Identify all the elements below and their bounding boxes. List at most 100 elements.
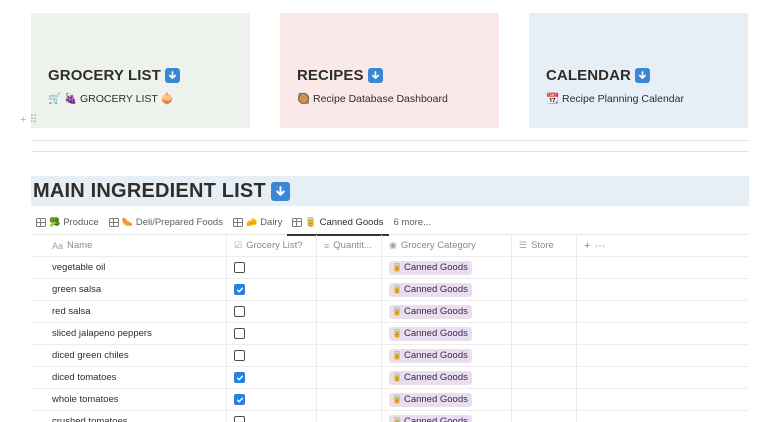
calendar-card: CALENDAR 📆 Recipe Planning Calendar <box>529 13 748 128</box>
grocery-list-page-link[interactable]: 🛒 🍇 GROCERY LIST 🧅 <box>48 92 174 105</box>
category-tag: 🥫 Canned Goods <box>389 260 472 275</box>
table-row[interactable]: red salsa 🥫 Canned Goods <box>31 301 749 323</box>
recipe-database-link[interactable]: 🥘 Recipe Database Dashboard <box>297 92 448 105</box>
grocery-list-card: GROCERY LIST 🛒 🍇 GROCERY LIST 🧅 <box>31 13 250 128</box>
section-title: MAIN INGREDIENT LIST <box>33 180 290 203</box>
category-tag: 🥫 Canned Goods <box>389 392 472 407</box>
divider <box>31 151 749 152</box>
grocery-list-checkbox[interactable] <box>234 262 245 273</box>
tab-deli-prepared-foods[interactable]: 🌭 Deli/Prepared Foods <box>104 211 228 235</box>
canned-food-icon: 🥫 <box>392 262 402 272</box>
canned-food-icon: 🥫 <box>392 372 402 382</box>
block-controls: + ⠿ <box>20 113 38 127</box>
grocery-list-cell[interactable] <box>227 257 317 278</box>
category-tag: 🥫 Canned Goods <box>389 370 472 385</box>
add-column-icon[interactable]: + <box>584 240 590 252</box>
table-view-icon <box>108 218 119 227</box>
grocery-list-cell[interactable] <box>227 279 317 300</box>
grocery-list-cell[interactable] <box>227 367 317 388</box>
table-row[interactable]: diced tomatoes 🥫 Canned Goods <box>31 367 749 389</box>
grocery-list-checkbox[interactable] <box>234 350 245 361</box>
recipes-heading: RECIPES <box>297 67 383 84</box>
row-name-cell[interactable]: crushed tomatoes <box>45 411 227 422</box>
grocery-category-cell[interactable]: 🥫 Canned Goods <box>382 411 512 422</box>
grocery-category-cell[interactable]: 🥫 Canned Goods <box>382 279 512 300</box>
canned-food-icon: 🥫 <box>392 284 402 294</box>
column-header-quantity[interactable]: ≡ Quantit... <box>317 235 382 256</box>
text-property-icon: Aa <box>52 240 64 251</box>
row-name-cell[interactable]: red salsa <box>45 301 227 322</box>
recipe-calendar-link[interactable]: 📆 Recipe Planning Calendar <box>546 92 684 105</box>
canned-food-icon: 🥫 <box>392 328 402 338</box>
column-header-grocery-category[interactable]: ◉ Grocery Category <box>382 235 512 256</box>
row-name-cell[interactable]: vegetable oil <box>45 257 227 278</box>
quantity-cell[interactable] <box>317 257 382 278</box>
grocery-category-cell[interactable]: 🥫 Canned Goods <box>382 323 512 344</box>
table-row[interactable]: crushed tomatoes 🥫 Canned Goods <box>31 411 749 422</box>
grocery-category-cell[interactable]: 🥫 Canned Goods <box>382 389 512 410</box>
grocery-list-cell[interactable] <box>227 345 317 366</box>
store-cell[interactable] <box>512 301 577 322</box>
grocery-list-checkbox[interactable] <box>234 306 245 317</box>
arrow-down-icon <box>164 68 180 83</box>
table-row[interactable]: diced green chiles 🥫 Canned Goods <box>31 345 749 367</box>
canned-food-icon: 🥫 <box>392 350 402 360</box>
quantity-cell[interactable] <box>317 323 382 344</box>
drag-handle-icon[interactable]: ⠿ <box>29 113 37 126</box>
category-tag: 🥫 Canned Goods <box>389 414 472 422</box>
grocery-list-checkbox[interactable] <box>234 328 245 339</box>
table-view-icon <box>292 217 303 227</box>
grocery-category-cell[interactable]: 🥫 Canned Goods <box>382 301 512 322</box>
store-cell[interactable] <box>512 367 577 388</box>
store-cell[interactable] <box>512 411 577 422</box>
add-block-icon[interactable]: + <box>20 114 26 126</box>
quantity-cell[interactable] <box>317 389 382 410</box>
main-ingredient-header: MAIN INGREDIENT LIST <box>31 176 749 206</box>
table-view-icon <box>232 218 243 227</box>
column-header-name[interactable]: Aa Name <box>45 235 227 256</box>
row-name-cell[interactable]: diced green chiles <box>45 345 227 366</box>
grocery-list-cell[interactable] <box>227 411 317 422</box>
ingredient-table: Aa Name ☑ Grocery List? ≡ Quantit... ◉ G… <box>31 235 749 422</box>
tab-more-views[interactable]: 6 more... <box>389 211 437 235</box>
table-row[interactable]: green salsa 🥫 Canned Goods <box>31 279 749 301</box>
quantity-cell[interactable] <box>317 279 382 300</box>
table-row[interactable]: sliced jalapeno peppers 🥫 Canned Goods <box>31 323 749 345</box>
table-row[interactable]: whole tomatoes 🥫 Canned Goods <box>31 389 749 411</box>
arrow-down-icon <box>634 68 650 83</box>
row-name-cell[interactable]: diced tomatoes <box>45 367 227 388</box>
store-cell[interactable] <box>512 345 577 366</box>
column-header-store[interactable]: ☰ Store <box>512 235 577 256</box>
grocery-category-cell[interactable]: 🥫 Canned Goods <box>382 345 512 366</box>
row-name-cell[interactable]: whole tomatoes <box>45 389 227 410</box>
store-cell[interactable] <box>512 257 577 278</box>
grocery-list-checkbox[interactable] <box>234 372 245 383</box>
grocery-list-checkbox[interactable] <box>234 394 245 405</box>
grocery-list-heading: GROCERY LIST <box>48 67 180 84</box>
store-cell[interactable] <box>512 279 577 300</box>
grocery-list-checkbox[interactable] <box>234 284 245 295</box>
tab-canned-goods[interactable]: 🥫 Canned Goods <box>287 211 389 236</box>
category-tag: 🥫 Canned Goods <box>389 304 472 319</box>
row-name-cell[interactable]: green salsa <box>45 279 227 300</box>
tab-produce[interactable]: 🥦 Produce <box>31 211 104 235</box>
store-cell[interactable] <box>512 323 577 344</box>
arrow-down-icon <box>270 182 290 201</box>
grocery-category-cell[interactable]: 🥫 Canned Goods <box>382 257 512 278</box>
database-view-tabs: 🥦 Produce 🌭 Deli/Prepared Foods 🧀 Dairy … <box>31 211 749 236</box>
row-name-cell[interactable]: sliced jalapeno peppers <box>45 323 227 344</box>
grocery-list-cell[interactable] <box>227 301 317 322</box>
column-header-grocery-list[interactable]: ☑ Grocery List? <box>227 235 317 256</box>
grocery-list-checkbox[interactable] <box>234 416 245 422</box>
quantity-cell[interactable] <box>317 301 382 322</box>
tab-dairy[interactable]: 🧀 Dairy <box>228 211 287 235</box>
quantity-cell[interactable] <box>317 345 382 366</box>
grocery-category-cell[interactable]: 🥫 Canned Goods <box>382 367 512 388</box>
quantity-cell[interactable] <box>317 367 382 388</box>
quantity-cell[interactable] <box>317 411 382 422</box>
store-cell[interactable] <box>512 389 577 410</box>
table-row[interactable]: vegetable oil 🥫 Canned Goods <box>31 257 749 279</box>
grocery-list-cell[interactable] <box>227 323 317 344</box>
grocery-list-cell[interactable] <box>227 389 317 410</box>
more-options-icon[interactable]: ··· <box>594 240 605 252</box>
